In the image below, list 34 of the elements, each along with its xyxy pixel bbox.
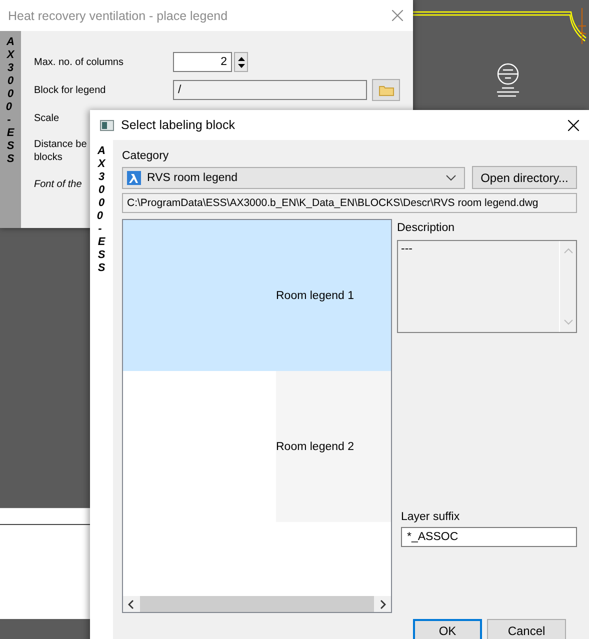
block-label: Room legend 1 bbox=[276, 290, 354, 302]
field-label: Max. no. of columns bbox=[34, 56, 124, 68]
category-dropdown[interactable]: RVS room legend bbox=[122, 167, 465, 189]
browse-button[interactable] bbox=[372, 79, 400, 101]
layer-suffix-label: Layer suffix bbox=[401, 510, 461, 525]
chevron-icon bbox=[446, 175, 456, 181]
block-icon bbox=[127, 171, 141, 185]
scroll-left-icon[interactable] bbox=[128, 600, 134, 608]
layer-suffix-field[interactable]: *_ASSOC bbox=[401, 527, 577, 547]
window-title: Heat recovery ventilation - place legend bbox=[8, 8, 229, 22]
cancel-button[interactable]: Cancel bbox=[487, 619, 566, 639]
horizontal-scrollbar[interactable] bbox=[123, 596, 391, 612]
ok-button[interactable]: OK bbox=[413, 619, 482, 639]
block-field[interactable]: / bbox=[173, 80, 367, 100]
close-icon[interactable] bbox=[568, 120, 579, 130]
description-label: Description bbox=[397, 221, 456, 236]
folder-icon bbox=[378, 84, 394, 96]
open-directory-button[interactable]: Open directory... bbox=[472, 166, 577, 189]
side-label: AX3000 - ESS bbox=[5, 36, 16, 166]
field-label: Scale bbox=[34, 112, 60, 124]
field-label: Block for legend bbox=[34, 84, 106, 96]
block-item[interactable]: Room legend 1 bbox=[123, 220, 391, 371]
scroll-right-icon[interactable] bbox=[380, 600, 386, 608]
field-label: Font of the bbox=[34, 178, 82, 190]
path-field[interactable]: C:\ProgramData\ESS\AX3000.b_EN\K_Data_EN\BLOCKS\Descr\RVS room legend.dwg bbox=[122, 193, 577, 213]
category-label: Category bbox=[122, 149, 170, 164]
block-item[interactable]: Room legend 2 bbox=[123, 371, 391, 522]
side-label: AX3000 - ESS bbox=[96, 145, 106, 275]
field-label: Distance be blocks bbox=[34, 138, 87, 164]
spin-buttons[interactable] bbox=[234, 52, 248, 72]
block-label: Room legend 2 bbox=[276, 440, 354, 452]
columns-field[interactable]: 2 bbox=[173, 52, 232, 72]
dialog-title: Select labeling block bbox=[121, 118, 236, 132]
window-icon bbox=[100, 120, 114, 130]
